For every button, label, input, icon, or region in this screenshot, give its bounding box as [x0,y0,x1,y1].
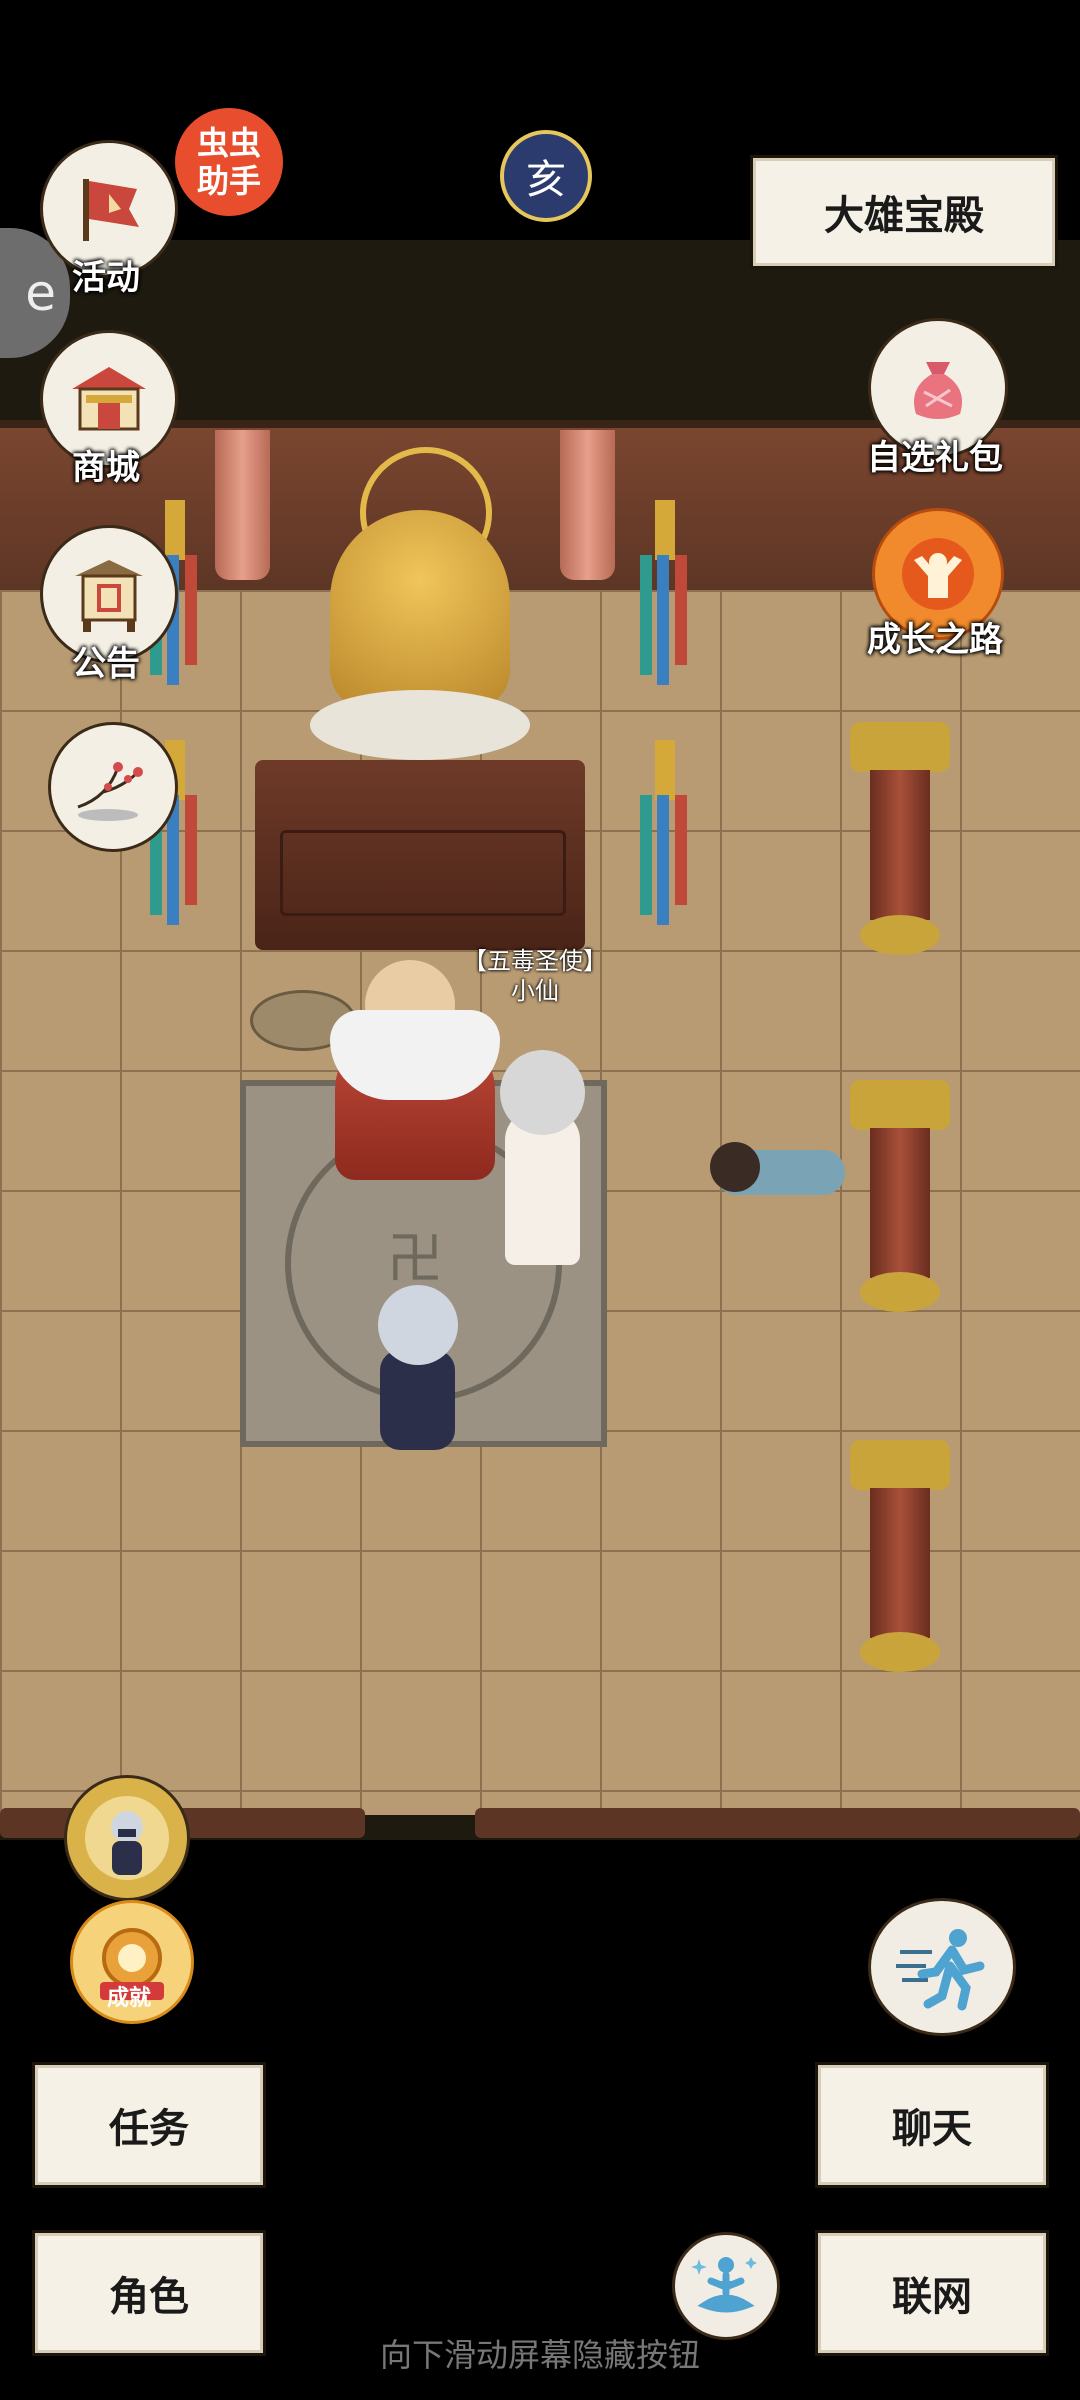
day-phase-glyph: 亥 [526,157,566,203]
pillar-cap [850,1440,950,1490]
task-label: 任务 [109,2106,189,2152]
swastika-symbol: 卍 [387,1227,443,1292]
pillar-cap [850,1080,950,1130]
npc-title: 【五毒圣使】 [463,947,607,975]
player-portrait[interactable] [64,1775,190,1901]
floor-edge [475,1808,1080,1838]
running-icon [896,1929,985,2011]
npc-xiaoxian-head [500,1050,585,1135]
player-character[interactable] [380,1350,455,1450]
notice-board-icon [75,560,143,632]
growth-path-label: 成长之路 [867,620,1003,660]
lying-npc-head [710,1142,760,1192]
shop-label: 商城 [72,448,140,488]
meditate-button[interactable] [672,2232,780,2340]
monk-beard [330,1010,500,1100]
notice-label: 公告 [72,644,140,684]
growth-path-icon [902,538,974,610]
prayer-banner [640,740,687,925]
player-head [378,1285,458,1365]
day-phase-icon[interactable]: 亥 [500,130,592,222]
flag-icon [83,179,139,241]
task-button[interactable]: 任务 [32,2062,266,2188]
pillar-base [860,915,940,955]
npc-name: 小仙 [511,977,559,1005]
player-avatar-icon [85,1796,169,1880]
helper-badge-label: 虫虫 助手 [196,124,261,200]
gift-bag-icon [914,362,962,419]
curtain-left [215,430,270,580]
curtain-right [560,430,615,580]
run-toggle-button[interactable] [868,1898,1016,2036]
chat-button[interactable]: 聊天 [815,2062,1049,2188]
hide-buttons-hint: 向下滑动屏幕隐藏按钮 [379,2336,700,2374]
pillar [870,770,930,920]
activity-label: 活动 [72,258,140,298]
pillar [870,1488,930,1638]
plum-blossom-icon [77,762,143,821]
location-name: 大雄宝殿 [824,193,984,239]
pillar-base [860,1272,940,1312]
role-label: 角色 [109,2274,189,2320]
pillar-base [860,1632,940,1672]
scenery-button[interactable] [48,722,178,852]
meditation-icon [691,2257,757,2313]
shop-icon [72,367,146,431]
helper-badge[interactable]: 虫虫 助手 [175,108,283,216]
chat-label: 聊天 [892,2106,972,2152]
pillar [870,1128,930,1278]
npc-name-tag: 【五毒圣使】 小仙 [455,946,615,1006]
location-panel: 大雄宝殿 [750,155,1058,269]
prayer-banner [640,500,687,685]
lotus-pedestal [310,690,530,760]
pillar-cap [850,722,950,772]
altar-panel [280,830,566,916]
network-label: 联网 [892,2274,972,2320]
buddha-statue [330,510,510,710]
achievement-label: 成就 [106,1986,151,2011]
gift-pack-label: 自选礼包 [867,438,1003,478]
